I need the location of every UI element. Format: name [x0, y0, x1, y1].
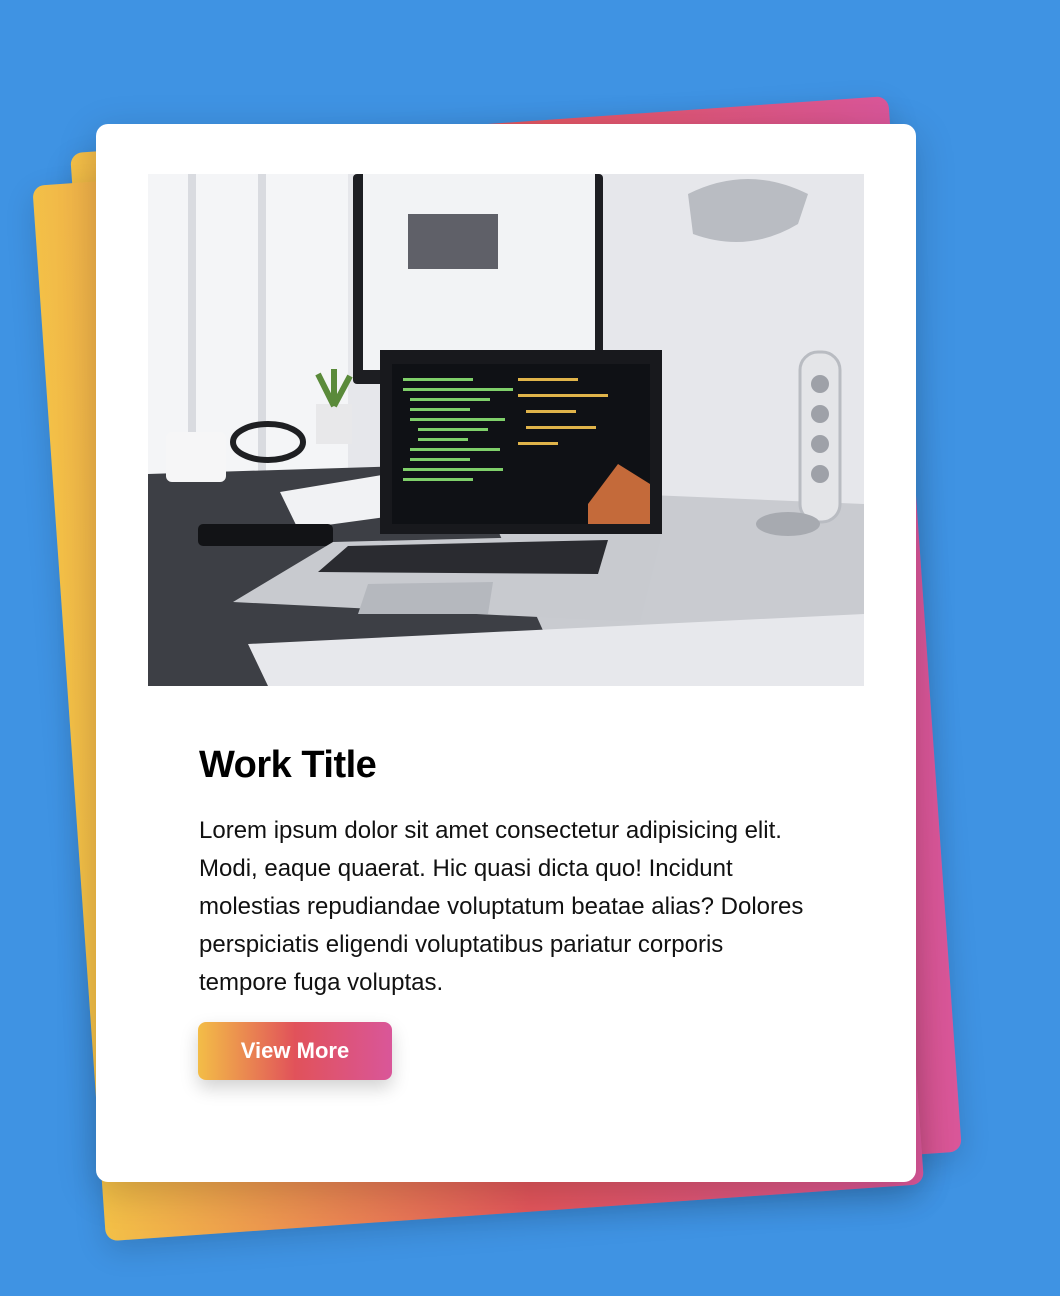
work-title: Work Title	[199, 744, 377, 786]
work-card: Work Title Lorem ipsum dolor sit amet co…	[96, 124, 916, 1182]
work-description: Lorem ipsum dolor sit amet consectetur a…	[199, 817, 804, 996]
view-more-button[interactable]: View More	[198, 1022, 392, 1080]
page-stage: Work Title Lorem ipsum dolor sit amet co…	[0, 0, 1060, 1296]
work-image	[148, 174, 864, 686]
